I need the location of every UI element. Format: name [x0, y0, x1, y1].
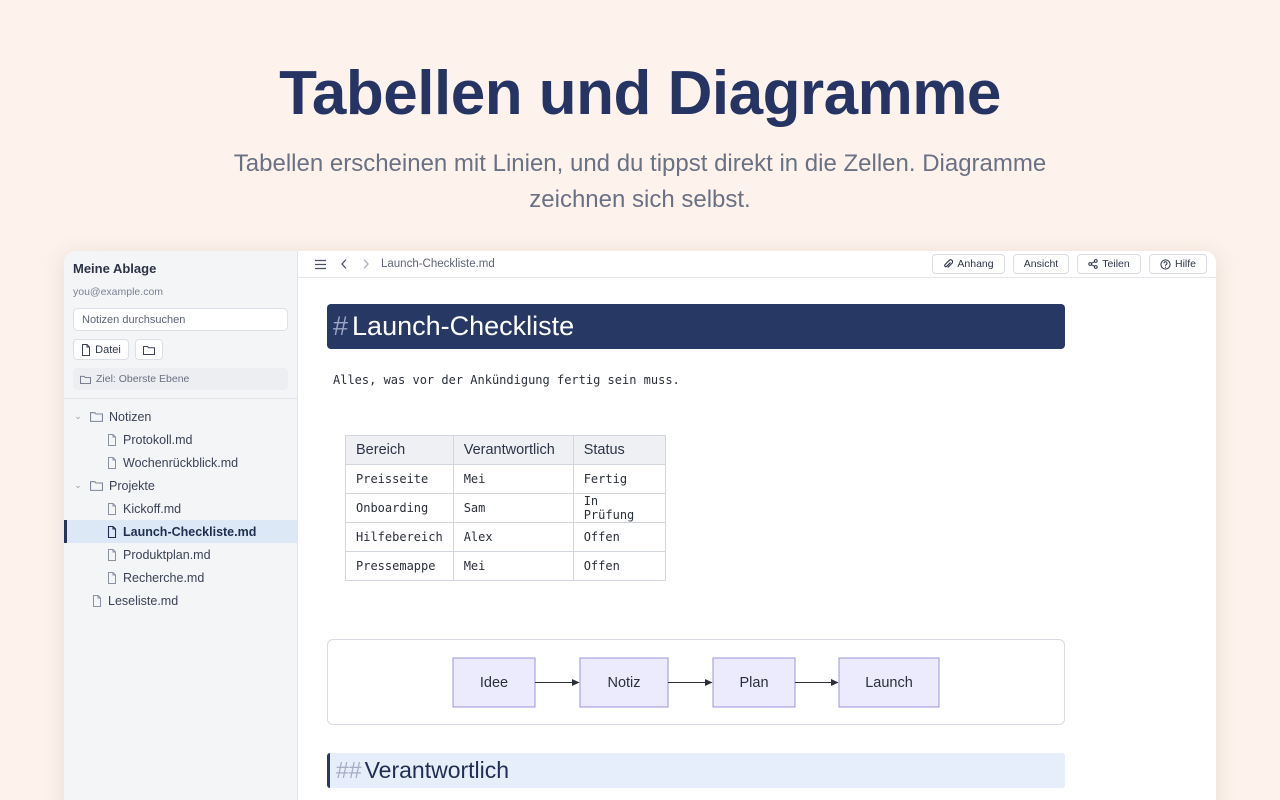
tree-label: Recherche.md [123, 570, 205, 585]
tree-label: Protokoll.md [123, 432, 193, 447]
document-table: Bereich Verantwortlich Status Preisseite… [345, 435, 666, 581]
table-cell[interactable]: Onboarding [345, 493, 454, 523]
chevron-down-icon[interactable]: ⌄ [73, 480, 83, 491]
view-label: Ansicht [1023, 258, 1059, 270]
table-row: Onboarding Sam In Prüfung [345, 493, 666, 523]
sidebar-title: Meine Ablage [73, 261, 157, 276]
heading-marker: ## [336, 757, 362, 783]
user-email: you@example.com [73, 286, 164, 298]
tree-label: Launch-Checkliste.md [123, 524, 257, 539]
table-row: Preisseite Mei Fertig [345, 464, 666, 494]
breadcrumb: Launch-Checkliste.md [381, 258, 495, 270]
flow-diagram[interactable]: Idee Notiz Plan Launch [327, 639, 1065, 725]
diagram-node: Notiz [607, 674, 641, 691]
tree-file-leseliste[interactable]: Leseliste.md [64, 589, 297, 612]
hero-subtitle: Tabellen erscheinen mit Linien, und du t… [233, 150, 1047, 213]
file-icon [107, 525, 117, 538]
table-cell[interactable]: Fertig [572, 464, 666, 494]
tree-file-launch-checkliste[interactable]: Launch-Checkliste.md [64, 520, 297, 543]
tree-label: Kickoff.md [123, 501, 182, 516]
target-label: Ziel: Oberste Ebene [96, 373, 190, 385]
diagram-node: Idee [479, 674, 509, 691]
toolbar: Launch-Checkliste.md Anhang Ansicht Teil… [298, 251, 1216, 278]
table-cell[interactable]: Pressemappe [345, 551, 454, 581]
file-icon [107, 571, 117, 584]
new-folder-button[interactable] [135, 339, 163, 360]
folder-icon [90, 480, 103, 491]
document-heading-2[interactable]: ## Verantwortlich [327, 753, 1065, 788]
folder-icon [143, 345, 155, 355]
tree-folder-notizen[interactable]: ⌄ Notizen [64, 405, 297, 428]
tree-file-protokoll[interactable]: Protokoll.md [64, 428, 297, 451]
sidebar: Meine Ablage you@example.com Datei Ziel:… [64, 251, 298, 800]
table-header-row: Bereich Verantwortlich Status [345, 435, 666, 465]
share-button[interactable]: Teilen [1077, 254, 1141, 274]
flow-diagram-graphic [452, 657, 940, 708]
table-header-cell[interactable]: Verantwortlich [452, 435, 574, 465]
back-icon[interactable] [340, 258, 348, 270]
new-file-button[interactable]: Datei [73, 339, 129, 360]
table-row: Hilfebereich Alex Offen [345, 522, 666, 552]
table-row: Pressemappe Mei Offen [345, 551, 666, 581]
file-icon [107, 548, 117, 561]
folder-icon [80, 375, 91, 384]
file-icon [107, 502, 117, 515]
folder-icon [90, 411, 103, 422]
diagram-node: Plan [739, 674, 769, 691]
share-icon [1088, 259, 1098, 269]
search-input[interactable] [73, 308, 288, 331]
diagram-node: Launch [865, 674, 913, 691]
help-label: Hilfe [1174, 258, 1196, 270]
table-cell[interactable]: Alex [452, 522, 574, 552]
view-button[interactable]: Ansicht [1013, 254, 1069, 274]
heading-text: Launch-Checkliste [352, 311, 575, 341]
file-icon [107, 433, 117, 446]
chevron-down-icon[interactable]: ⌄ [73, 411, 83, 422]
table-cell[interactable]: Preisseite [345, 464, 454, 494]
file-icon [107, 456, 117, 469]
file-icon [92, 594, 102, 607]
table-cell[interactable]: Mei [452, 551, 574, 581]
tree-file-wochenrueckblick[interactable]: Wochenrückblick.md [64, 451, 297, 474]
table-cell[interactable]: Offen [572, 522, 666, 552]
hero-title: Tabellen und Diagramme [279, 59, 1001, 128]
table-header-cell[interactable]: Bereich [345, 435, 454, 465]
tree-label: Projekte [109, 478, 155, 493]
help-button[interactable]: Hilfe [1149, 254, 1207, 274]
table-cell[interactable]: Sam [452, 493, 574, 523]
menu-icon[interactable] [314, 259, 327, 270]
table-cell[interactable]: In Prüfung [572, 493, 666, 523]
tree-file-kickoff[interactable]: Kickoff.md [64, 497, 297, 520]
table-cell[interactable]: Mei [452, 464, 574, 494]
forward-icon[interactable] [362, 258, 370, 270]
tree-label: Notizen [109, 409, 152, 424]
new-file-label: Datei [95, 343, 121, 356]
attachment-button[interactable]: Anhang [932, 254, 1005, 274]
tree-file-recherche[interactable]: Recherche.md [64, 566, 297, 589]
app-window: Meine Ablage you@example.com Datei Ziel:… [64, 251, 1216, 800]
attachment-label: Anhang [957, 258, 994, 270]
sidebar-divider [64, 398, 297, 399]
document-heading-1[interactable]: # Launch-Checkliste [327, 304, 1065, 349]
table-header-cell[interactable]: Status [572, 435, 666, 465]
table-cell[interactable]: Offen [572, 551, 666, 581]
target-location[interactable]: Ziel: Oberste Ebene [73, 368, 288, 390]
table-cell[interactable]: Hilfebereich [345, 522, 454, 552]
tree-folder-projekte[interactable]: ⌄ Projekte [64, 474, 297, 497]
tree-file-produktplan[interactable]: Produktplan.md [64, 543, 297, 566]
document-paragraph[interactable]: Alles, was vor der Ankündigung fertig se… [333, 373, 680, 387]
tree-label: Wochenrückblick.md [123, 455, 239, 470]
help-icon [1160, 258, 1171, 270]
paperclip-icon [943, 259, 954, 269]
heading-marker: # [333, 311, 349, 341]
tree-label: Produktplan.md [123, 547, 211, 562]
file-icon [81, 343, 91, 356]
tree-label: Leseliste.md [108, 593, 179, 608]
share-label: Teilen [1102, 258, 1130, 270]
heading-text: Verantwortlich [364, 757, 510, 783]
main-area: Launch-Checkliste.md Anhang Ansicht Teil… [298, 251, 1216, 800]
